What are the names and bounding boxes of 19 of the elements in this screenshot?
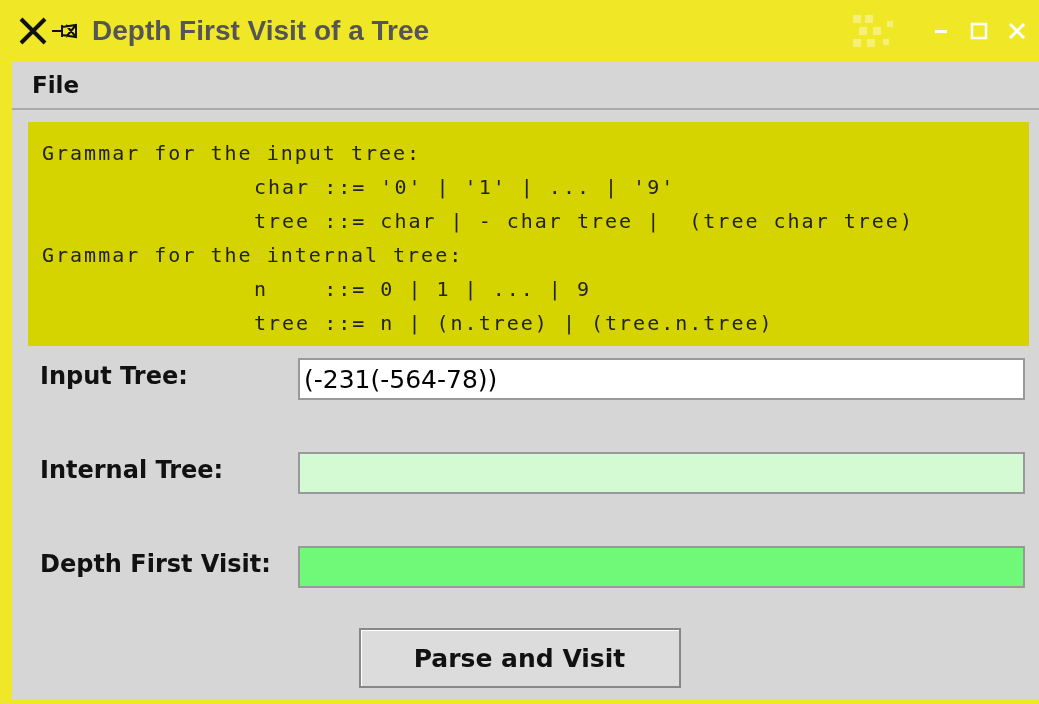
maximize-icon[interactable] xyxy=(969,21,989,41)
text-field[interactable]: (-231(-564-78)) xyxy=(298,358,1025,400)
pin-icon xyxy=(52,21,80,41)
x-logo-icon xyxy=(18,16,48,46)
text-field[interactable] xyxy=(298,452,1025,494)
parse-and-visit-button[interactable]: Parse and Visit xyxy=(358,628,681,688)
grammar-line: n ::= 0 | 1 | ... | 9 xyxy=(253,276,592,303)
text-field[interactable] xyxy=(298,546,1025,588)
menu-item[interactable]: File xyxy=(32,72,80,98)
field-label: Input Tree: xyxy=(40,361,189,390)
grammar-line: tree ::= char | - char tree | (tree char tree) xyxy=(253,208,915,235)
close-icon[interactable] xyxy=(1007,21,1027,41)
grammar-line: char ::= '0' | '1' | ... | '9' xyxy=(253,174,677,201)
grammar-line: tree ::= n | (n.tree) | (tree.n.tree) xyxy=(253,310,775,337)
field-label: Depth First Visit: xyxy=(40,549,272,578)
window-title: Depth First Visit of a Tree xyxy=(92,15,430,47)
grammar-line: Grammar for the input tree: xyxy=(42,140,423,167)
field-label: Internal Tree: xyxy=(40,455,225,484)
grammar-line: Grammar for the internal tree: xyxy=(42,242,465,269)
